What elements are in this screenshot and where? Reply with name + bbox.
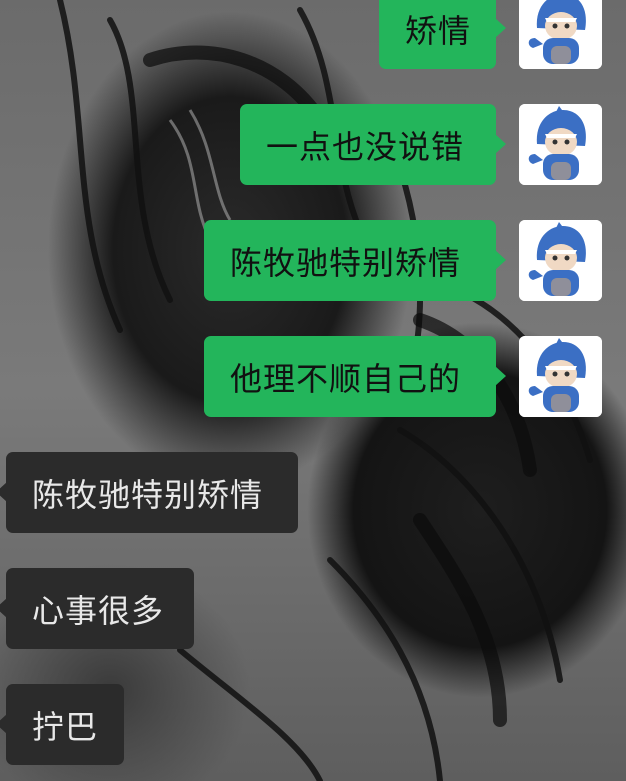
received-message-bubble[interactable]: 拧巴: [0, 684, 124, 765]
message-text: 拧巴: [32, 707, 99, 746]
received-message-bubble[interactable]: 心事很多: [0, 568, 194, 649]
shark-costume-doll-icon: [519, 104, 602, 185]
message-text: 一点也没说错: [266, 127, 465, 166]
sent-message-bubble[interactable]: 一点也没说错: [240, 104, 506, 185]
shark-costume-doll-icon: [519, 0, 602, 69]
sent-message-bubble[interactable]: 他理不顺自己的: [204, 336, 506, 417]
my-avatar[interactable]: [519, 220, 602, 301]
shark-costume-doll-icon: [519, 220, 602, 301]
message-text: 矫情: [405, 11, 472, 50]
message-text: 陈牧驰特别矫情: [32, 475, 264, 514]
my-avatar[interactable]: [519, 104, 602, 185]
shark-costume-doll-icon: [519, 336, 602, 417]
my-avatar[interactable]: [519, 0, 602, 69]
message-text: 他理不顺自己的: [230, 359, 462, 398]
message-text: 心事很多: [32, 591, 165, 630]
sent-message-bubble[interactable]: 陈牧驰特别矫情: [204, 220, 506, 301]
received-message-bubble[interactable]: 陈牧驰特别矫情: [0, 452, 298, 533]
sent-message-bubble[interactable]: 矫情: [379, 0, 506, 69]
my-avatar[interactable]: [519, 336, 602, 417]
message-text: 陈牧驰特别矫情: [230, 243, 462, 282]
